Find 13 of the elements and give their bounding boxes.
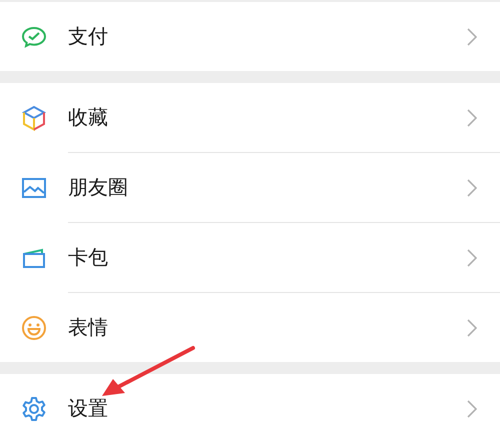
chevron-right-icon — [467, 248, 477, 266]
menu-item-label[interactable]: 表情 — [68, 314, 467, 341]
chevron-right-icon — [467, 28, 477, 46]
menu-item-label[interactable]: 卡包 — [68, 244, 467, 271]
menu-item-label[interactable]: 朋友圈 — [68, 174, 467, 201]
chevron-right-icon — [467, 108, 477, 126]
chevron-right-icon — [467, 178, 477, 196]
smiley-icon — [21, 314, 47, 340]
chevron-right-icon — [467, 318, 477, 336]
chevron-right-icon — [467, 400, 477, 418]
menu-item-label[interactable]: 收藏 — [68, 104, 467, 131]
cube-icon — [21, 104, 47, 130]
settings-icon — [21, 396, 47, 422]
